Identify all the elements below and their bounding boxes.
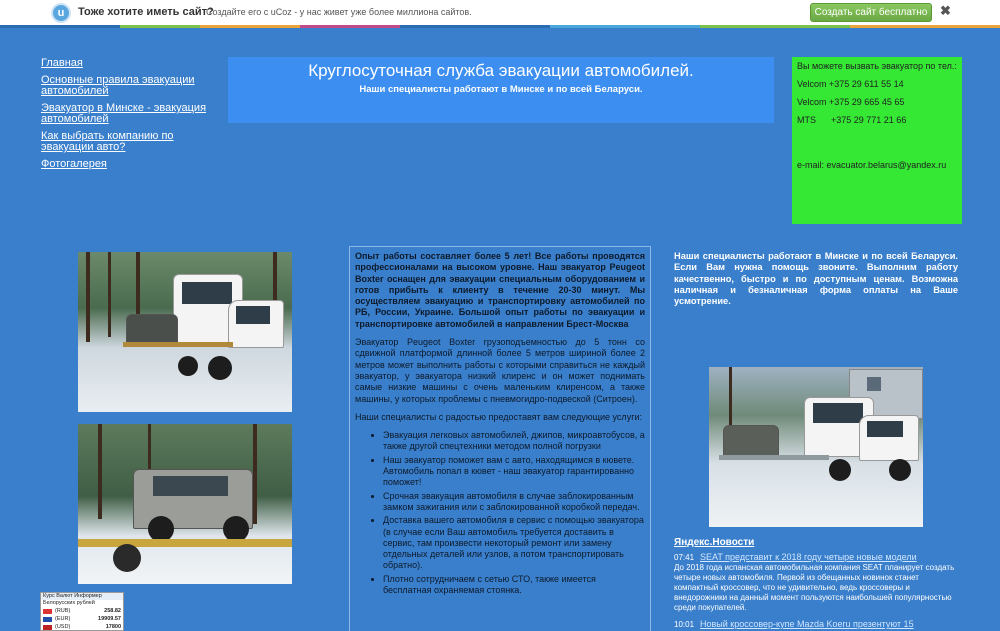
nav-item-minsk[interactable]: Эвакуатор в Минске - эвакуация автомобил…: [41, 103, 216, 125]
currency-code: (USD): [55, 624, 71, 630]
news-heading[interactable]: Яндекс.Новости: [674, 537, 754, 548]
contact-email: e-mail: evacuator.belarus@yandex.ru: [797, 160, 947, 170]
promo-subtitle[interactable]: Создайте его с uCoz - у нас живет уже бо…: [206, 7, 472, 17]
flag-icon: [43, 624, 52, 630]
news-body: До 2018 года испанская автомобильная ком…: [674, 563, 955, 612]
news-title-link[interactable]: SEAT представит к 2018 году четыре новые…: [700, 552, 917, 562]
news-list: 07:41 SEAT представит к 2018 году четыре …: [674, 552, 964, 630]
tow-truck-photo-1: [78, 252, 292, 412]
tow-truck-photo-3: [709, 367, 923, 527]
currency-row: (USD) 17800: [41, 623, 123, 630]
phone-velcom-1: Velcom +375 29 611 55 14: [797, 79, 904, 89]
currency-row: (EUR) 19909.57: [41, 615, 123, 623]
tow-truck-photo-2: [78, 424, 292, 584]
page-subtitle: Наши специалисты работают в Минске и по …: [359, 84, 643, 95]
services-list: Эвакуация легковых автомобилей, джипов, …: [383, 430, 645, 596]
phone-velcom-2: Velcom +375 29 665 45 65: [797, 97, 905, 107]
currency-code: (RUB): [55, 608, 71, 614]
list-item: Плотно сотрудничаем с сетью СТО, также и…: [383, 574, 645, 597]
news-item: 07:41 SEAT представит к 2018 году четыре …: [674, 552, 964, 613]
promo-title: Тоже хотите иметь сайт?: [78, 6, 214, 18]
right-info-text: Наши специалисты работают в Минске и по …: [674, 251, 958, 307]
ucoz-logo-icon[interactable]: u: [51, 3, 71, 23]
news-time: 10:01: [674, 620, 695, 629]
contact-intro: Вы можете вызвать эвакуатор по тел.:: [797, 61, 957, 71]
currency-subtitle: Белорусских рублей: [41, 600, 123, 607]
site-header: Круглосуточная служба эвакуации автомоби…: [228, 57, 774, 123]
news-time: 07:41: [674, 553, 695, 562]
list-item: Срочная эвакуация автомобиля в случае за…: [383, 491, 645, 514]
currency-value: 258.82: [104, 608, 121, 614]
nav-item-gallery[interactable]: Фотогалерея: [41, 159, 216, 170]
page-title: Круглосуточная служба эвакуации автомоби…: [308, 61, 694, 80]
nav-item-choose-company[interactable]: Как выбрать компанию по эвакуации авто?: [41, 131, 216, 153]
news-item: 10:01 Новый кроссовер-купе Mazda Koeru пр…: [674, 619, 964, 630]
currency-informer[interactable]: Курс Валют Информер Белорусских рублей (…: [40, 592, 124, 631]
list-item: Наш эвакуатор поможет вам с авто, находя…: [383, 455, 645, 489]
nav-item-rules[interactable]: Основные правила эвакуации автомобилей: [41, 75, 216, 97]
currency-code: (EUR): [55, 616, 71, 622]
color-stripe: [0, 25, 1000, 28]
currency-value: 19909.57: [98, 616, 121, 622]
contact-box: Вы можете вызвать эвакуатор по тел.: Vel…: [792, 57, 962, 224]
close-icon[interactable]: ✖: [940, 3, 951, 19]
ucoz-promo-bar: u Тоже хотите иметь сайт? Создайте его с…: [0, 0, 1000, 28]
phone-mts: MTS +375 29 771 21 66: [797, 115, 907, 125]
list-item: Эвакуация легковых автомобилей, джипов, …: [383, 430, 645, 453]
services-description: Опыт работы составляет более 5 лет! Все …: [349, 246, 651, 631]
create-site-button[interactable]: Создать сайт бесплатно: [810, 3, 932, 22]
main-nav: Главная Основные правила эвакуации автом…: [41, 58, 216, 176]
nav-item-home[interactable]: Главная: [41, 58, 216, 69]
list-item: Доставка вашего автомобиля в сервис с по…: [383, 515, 645, 571]
currency-row: (RUB) 258.82: [41, 607, 123, 615]
flag-icon: [43, 608, 52, 614]
currency-title: Курс Валют Информер: [41, 593, 123, 600]
lead-paragraph: Опыт работы составляет более 5 лет! Все …: [355, 251, 645, 329]
news-title-link[interactable]: Новый кроссовер-купе Mazda Koeru презент…: [700, 619, 914, 629]
currency-value: 17800: [105, 624, 121, 630]
services-intro: Наши специалисты с радостью предоставят …: [355, 411, 642, 422]
flag-icon: [43, 616, 52, 622]
truck-description: Эвакуатор Peugeot Boxter грузоподъемност…: [355, 337, 645, 404]
